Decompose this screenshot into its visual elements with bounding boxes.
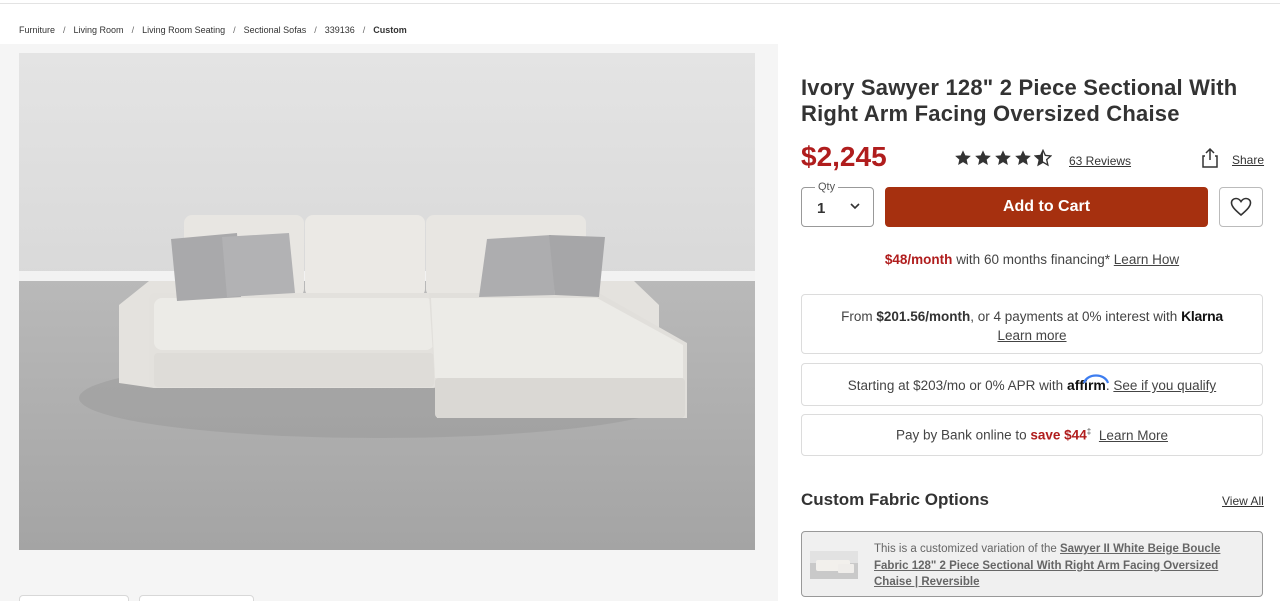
breadcrumb-living-room[interactable]: Living Room [74, 25, 124, 35]
variation-notice: This is a customized variation of the Sa… [801, 531, 1263, 597]
add-to-cart-button[interactable]: Add to Cart [885, 187, 1208, 227]
product-price: $2,245 [801, 141, 887, 172]
breadcrumb-separator: / [63, 25, 66, 35]
gallery-thumbnail[interactable] [19, 595, 129, 601]
breadcrumb-sectional-sofas[interactable]: Sectional Sofas [244, 25, 307, 35]
quantity-select[interactable] [801, 187, 874, 227]
breadcrumb-current: Custom [373, 25, 407, 35]
bank-text: Pay by Bank online to [896, 427, 1027, 443]
heart-icon [1230, 197, 1252, 217]
klarna-learn-more-link[interactable]: Learn more [997, 328, 1066, 343]
klarna-amount: $201.56/month [876, 309, 971, 324]
breadcrumb-furniture[interactable]: Furniture [19, 25, 55, 35]
klarna-text: , or 4 payments at 0% interest with [970, 309, 1178, 324]
sectional-sofa-illustration [19, 53, 755, 550]
affirm-qualify-link[interactable]: See if you qualify [1113, 378, 1216, 393]
breadcrumb: Furniture / Living Room / Living Room Se… [19, 23, 407, 37]
affirm-arc-icon [1082, 374, 1109, 384]
share-link[interactable]: Share [1232, 153, 1264, 167]
variation-thumbnail [810, 551, 858, 579]
rating-stars[interactable] [954, 149, 1052, 167]
klarna-logo: Klarna [1181, 308, 1223, 324]
financing-offer: $48/month with 60 months financing* Lear… [801, 252, 1263, 267]
breadcrumb-separator: / [362, 25, 366, 35]
bank-save-amount: save $44 [1030, 427, 1087, 443]
custom-fabric-heading: Custom Fabric Options [801, 490, 989, 509]
affirm-offer: Starting at $203/mo or 0% APR with affir… [801, 363, 1263, 406]
variation-prefix: This is a customized variation of the [874, 543, 1057, 555]
quantity-value: 1 [817, 200, 826, 217]
star-half-icon [1034, 149, 1052, 167]
breadcrumb-separator: / [131, 25, 135, 35]
breadcrumb-separator: / [233, 25, 236, 35]
financing-learn-how-link[interactable]: Learn How [1114, 252, 1179, 267]
star-icon [955, 150, 971, 166]
share-icon[interactable] [1201, 147, 1219, 169]
star-icon [975, 150, 991, 166]
reviews-link[interactable]: 63 Reviews [1069, 154, 1131, 168]
klarna-offer: From $201.56/month, or 4 payments at 0% … [801, 294, 1263, 354]
wishlist-button[interactable] [1219, 187, 1263, 227]
view-all-fabrics-link[interactable]: View All [1222, 494, 1264, 508]
chevron-down-icon [850, 203, 860, 210]
quantity-label: Qty [815, 181, 839, 193]
klarna-prefix: From [841, 309, 873, 324]
pay-by-bank-offer: Pay by Bank online to save $44‡ Learn Mo… [801, 414, 1263, 456]
breadcrumb-separator: / [314, 25, 317, 35]
financing-text: with 60 months financing* [956, 252, 1111, 267]
breadcrumb-living-room-seating[interactable]: Living Room Seating [142, 25, 225, 35]
bank-learn-more-link[interactable]: Learn More [1099, 428, 1168, 443]
affirm-text: Starting at $203/mo or 0% APR with [847, 378, 1064, 393]
product-image[interactable] [19, 53, 755, 550]
variation-sofa-image [810, 551, 858, 579]
variation-text: This is a customized variation of the Sa… [874, 541, 1244, 591]
product-title: Ivory Sawyer 128" 2 Piece Sectional With… [801, 75, 1238, 126]
star-icon [995, 150, 1011, 166]
bank-save-mark: ‡ [1086, 427, 1092, 436]
breadcrumb-product-id[interactable]: 339136 [325, 25, 355, 35]
affirm-logo: affirm [1067, 374, 1109, 393]
financing-monthly: $48/month [884, 252, 953, 267]
star-icon [1015, 150, 1031, 166]
gallery-thumbnail[interactable] [139, 595, 254, 601]
